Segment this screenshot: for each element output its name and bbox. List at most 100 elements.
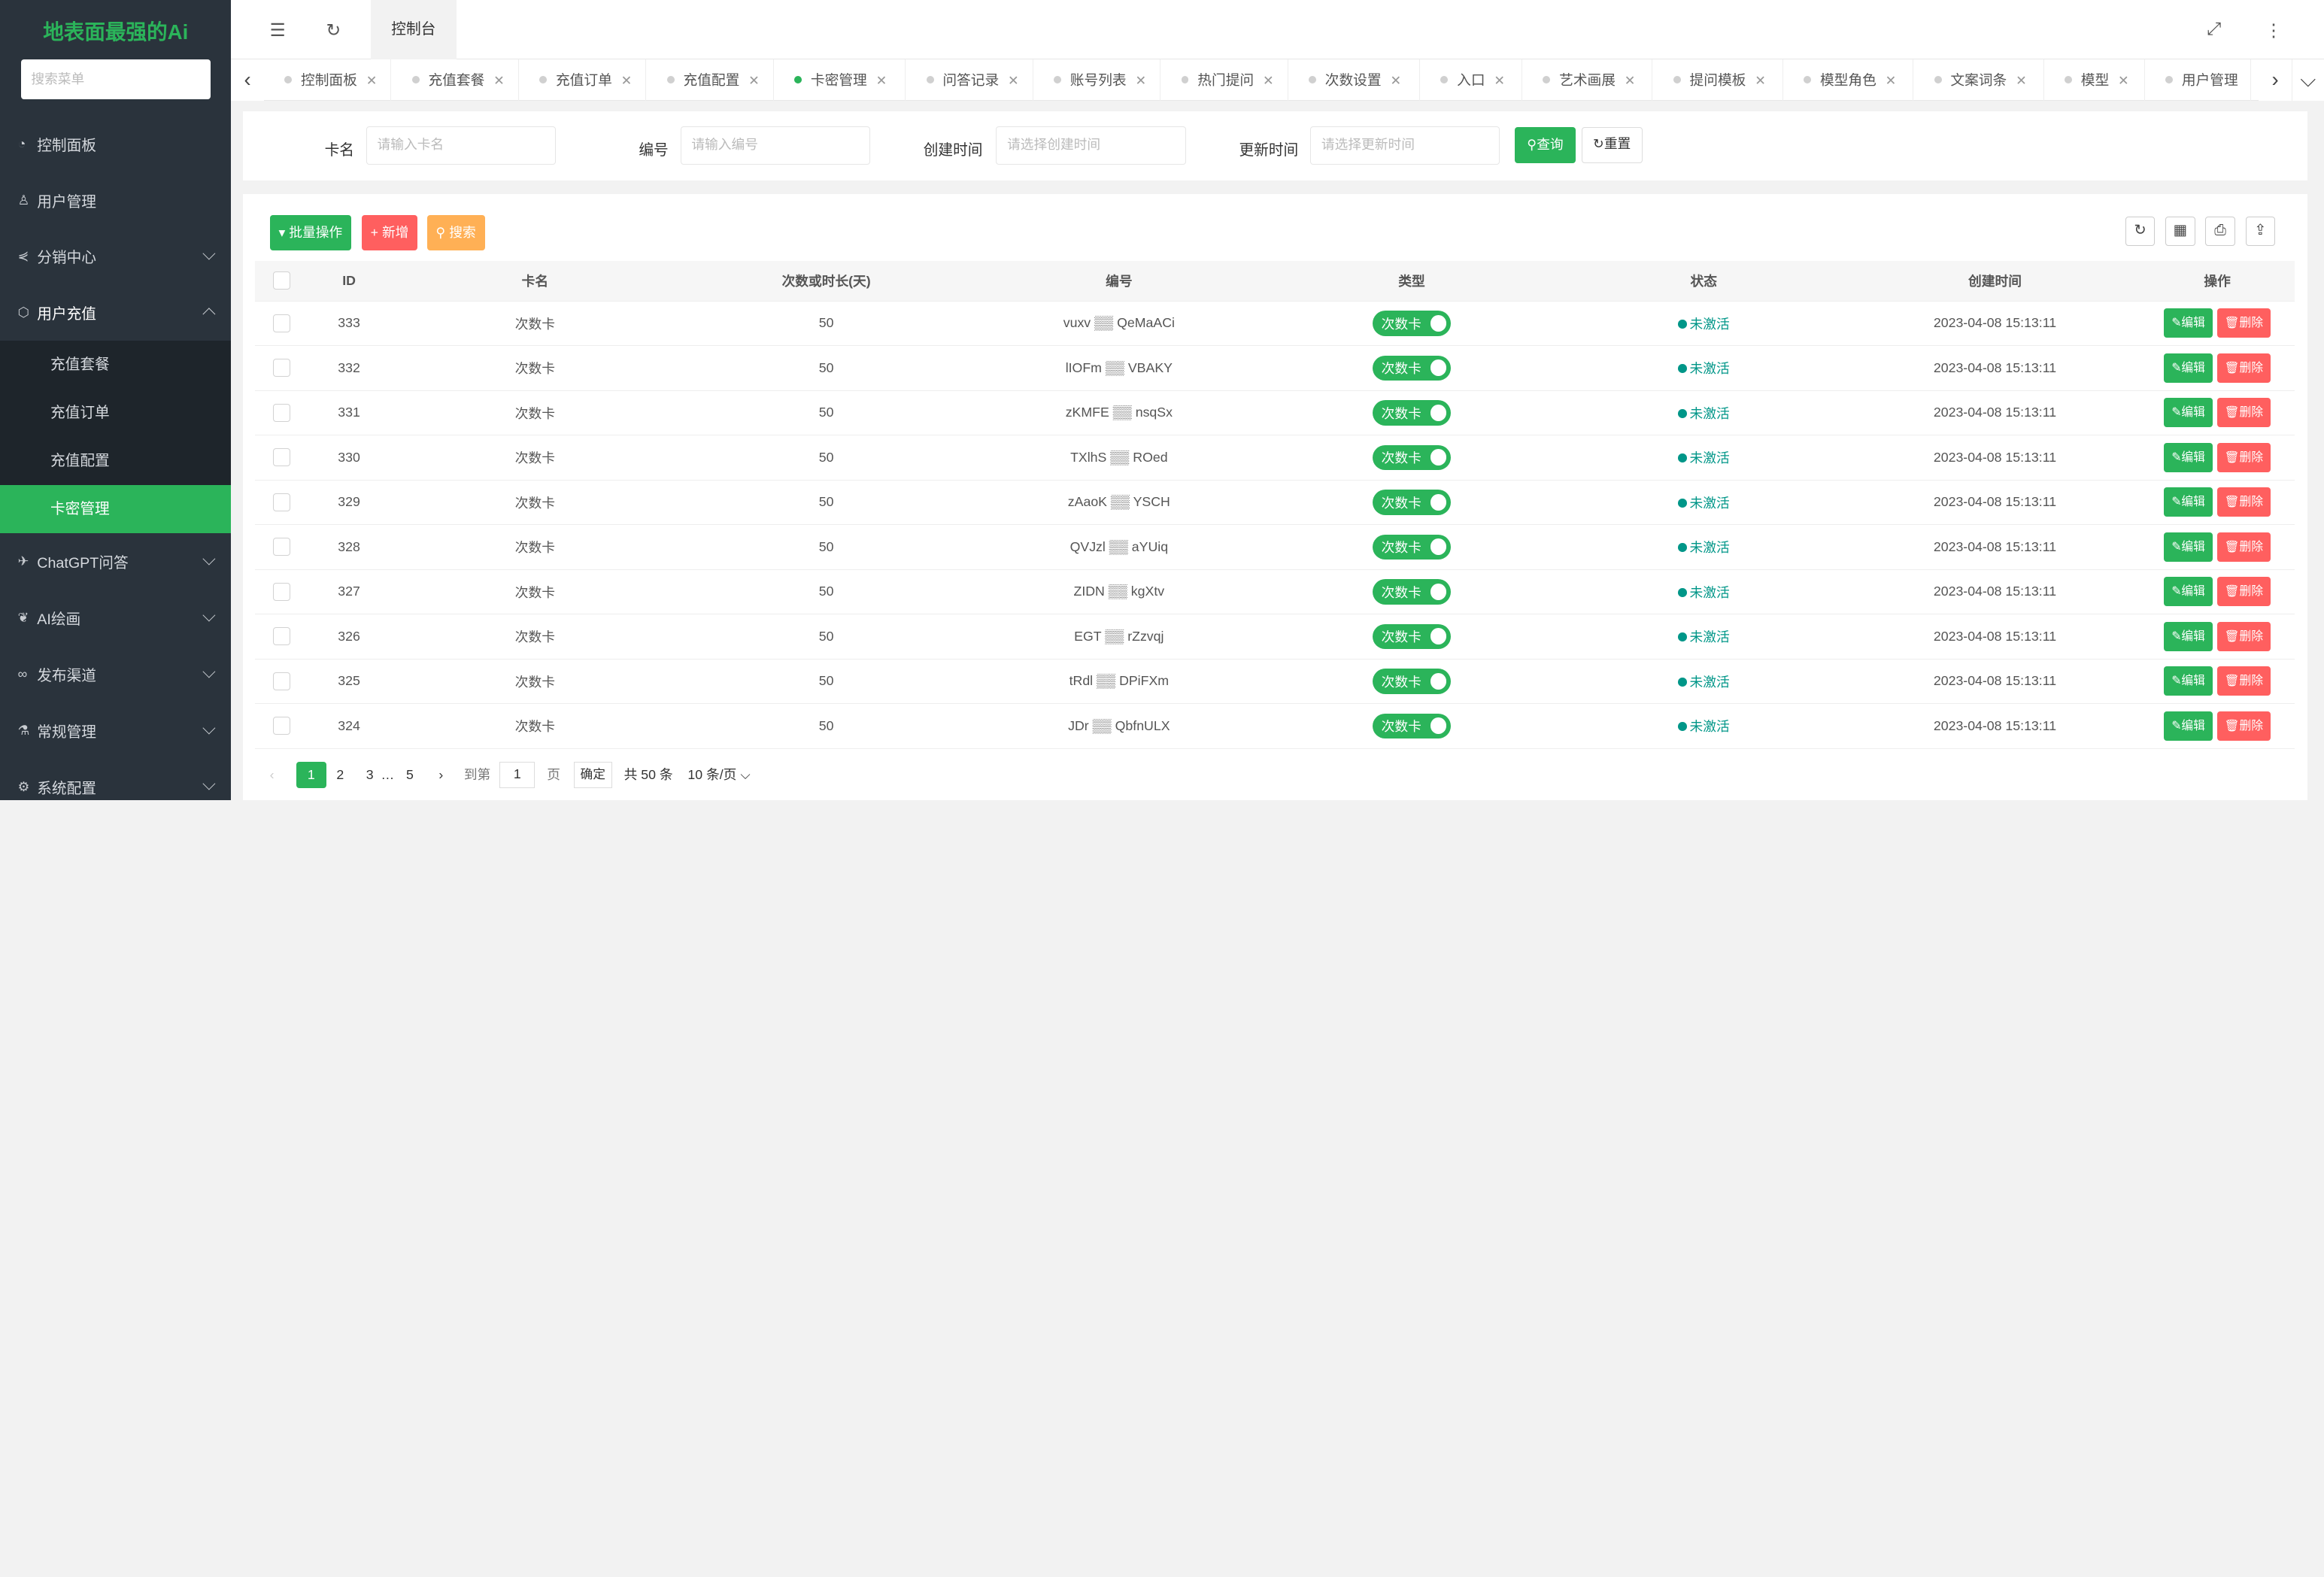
tab-item[interactable]: 卡密管理 ✕ bbox=[774, 59, 906, 101]
delete-button[interactable]: 🗑删除 bbox=[2216, 621, 2271, 651]
header-code[interactable]: 编号 bbox=[972, 260, 1266, 302]
type-switch[interactable]: 次数卡 bbox=[1372, 534, 1452, 560]
tab-item[interactable]: 模型角色 ✕ bbox=[1783, 59, 1914, 101]
close-icon[interactable]: ✕ bbox=[2016, 73, 2027, 88]
page-button[interactable]: 5 bbox=[406, 762, 414, 788]
delete-button[interactable]: 🗑删除 bbox=[2216, 711, 2271, 741]
page-button[interactable]: 2 bbox=[336, 762, 344, 788]
delete-button[interactable]: 🗑删除 bbox=[2216, 577, 2271, 607]
close-icon[interactable]: ✕ bbox=[621, 73, 633, 88]
delete-button[interactable]: 🗑删除 bbox=[2216, 442, 2271, 472]
batch-operation-button[interactable]: ▾ 批量操作 bbox=[269, 214, 351, 251]
close-icon[interactable]: ✕ bbox=[876, 73, 887, 88]
edit-button[interactable]: ✎编辑 bbox=[2164, 398, 2213, 428]
row-checkbox[interactable] bbox=[272, 538, 291, 556]
card-name-input[interactable]: 请输入卡名 bbox=[366, 126, 556, 165]
close-icon[interactable]: ✕ bbox=[493, 73, 505, 88]
select-all-checkbox[interactable] bbox=[272, 271, 291, 290]
edit-button[interactable]: ✎编辑 bbox=[2164, 487, 2213, 517]
row-checkbox[interactable] bbox=[272, 314, 291, 332]
delete-button[interactable]: 🗑删除 bbox=[2216, 398, 2271, 428]
tab-item[interactable]: 控制面板 ✕ bbox=[264, 59, 392, 101]
query-button[interactable]: ⚲查询 bbox=[1515, 127, 1576, 163]
row-checkbox[interactable] bbox=[272, 672, 291, 690]
type-switch[interactable]: 次数卡 bbox=[1372, 400, 1452, 426]
header-type[interactable]: 类型 bbox=[1265, 260, 1558, 302]
sidebar-subitem-config[interactable]: 充值配置 bbox=[0, 437, 231, 485]
goto-confirm-button[interactable]: 确定 bbox=[573, 761, 612, 789]
goto-page-input[interactable]: 1 bbox=[499, 761, 535, 789]
type-switch[interactable]: 次数卡 bbox=[1372, 355, 1452, 381]
sidebar-item-channels[interactable]: ∞ 发布渠道 bbox=[0, 646, 231, 702]
type-switch[interactable]: 次数卡 bbox=[1372, 311, 1452, 336]
more-icon[interactable]: ⋮ bbox=[2265, 20, 2283, 41]
sidebar-item-dashboard[interactable]: ◔ 控制面板 bbox=[0, 116, 231, 172]
sidebar-item-recharge[interactable]: ⬡ 用户充值 bbox=[0, 284, 231, 341]
refresh-icon[interactable]: ↻ bbox=[2125, 216, 2156, 247]
close-icon[interactable]: ✕ bbox=[1755, 73, 1766, 88]
page-button[interactable]: 3 bbox=[366, 762, 374, 788]
edit-button[interactable]: ✎编辑 bbox=[2164, 353, 2213, 383]
close-icon[interactable]: ✕ bbox=[1008, 73, 1019, 88]
tabs-next-icon[interactable]: › bbox=[2259, 59, 2292, 101]
page-next-icon[interactable]: › bbox=[438, 762, 443, 788]
collapse-menu-icon[interactable]: ☰ bbox=[270, 20, 286, 41]
close-icon[interactable]: ✕ bbox=[748, 73, 760, 88]
tabs-menu-icon[interactable]: ⌵ bbox=[2291, 59, 2324, 101]
row-checkbox[interactable] bbox=[272, 403, 291, 422]
edit-button[interactable]: ✎编辑 bbox=[2164, 711, 2213, 741]
sidebar-subitem-packages[interactable]: 充值套餐 bbox=[0, 341, 231, 389]
tab-item[interactable]: 文案词条 ✕ bbox=[1913, 59, 2044, 101]
delete-button[interactable]: 🗑删除 bbox=[2216, 487, 2271, 517]
edit-button[interactable]: ✎编辑 bbox=[2164, 621, 2213, 651]
tabs-prev-icon[interactable]: ‹ bbox=[231, 59, 264, 101]
type-switch[interactable]: 次数卡 bbox=[1372, 669, 1452, 694]
page-size-select[interactable]: 10 条/页 ⌵ bbox=[687, 762, 750, 788]
updated-time-input[interactable]: 请选择更新时间 bbox=[1310, 126, 1500, 165]
header-count[interactable]: 次数或时长(天) bbox=[680, 260, 972, 302]
tab-item[interactable]: 充值配置 ✕ bbox=[646, 59, 774, 101]
sidebar-item-users[interactable]: ♙ 用户管理 bbox=[0, 172, 231, 229]
header-id[interactable]: ID bbox=[308, 260, 390, 302]
close-icon[interactable]: ✕ bbox=[2118, 73, 2129, 88]
sidebar-subitem-orders[interactable]: 充值订单 bbox=[0, 389, 231, 437]
type-switch[interactable]: 次数卡 bbox=[1372, 490, 1452, 515]
type-switch[interactable]: 次数卡 bbox=[1372, 713, 1452, 739]
edit-button[interactable]: ✎编辑 bbox=[2164, 442, 2213, 472]
type-switch[interactable]: 次数卡 bbox=[1372, 444, 1452, 471]
tab-item[interactable]: 账号列表 ✕ bbox=[1033, 59, 1161, 101]
tab-item[interactable]: 艺术画展 ✕ bbox=[1522, 59, 1653, 101]
sidebar-item-ai-drawing[interactable]: ❦ AI绘画 bbox=[0, 590, 231, 646]
search-toggle-button[interactable]: ⚲ 搜索 bbox=[426, 214, 485, 251]
sidebar-subitem-cards[interactable]: 卡密管理 bbox=[0, 485, 232, 534]
page-prev-icon[interactable]: ‹ bbox=[270, 762, 275, 788]
close-icon[interactable]: ✕ bbox=[1625, 73, 1636, 88]
edit-button[interactable]: ✎编辑 bbox=[2164, 532, 2213, 562]
menu-search-input[interactable]: 搜索菜单 bbox=[20, 59, 211, 100]
tab-item[interactable]: 提问模板 ✕ bbox=[1652, 59, 1783, 101]
row-checkbox[interactable] bbox=[272, 359, 291, 378]
created-time-input[interactable]: 请选择创建时间 bbox=[996, 126, 1186, 165]
code-input[interactable]: 请输入编号 bbox=[680, 126, 870, 165]
refresh-icon[interactable]: ↻ bbox=[326, 20, 341, 41]
header-created[interactable]: 创建时间 bbox=[1849, 260, 2140, 302]
edit-button[interactable]: ✎编辑 bbox=[2164, 666, 2213, 696]
row-checkbox[interactable] bbox=[272, 448, 291, 467]
row-checkbox[interactable] bbox=[272, 493, 291, 511]
delete-button[interactable]: 🗑删除 bbox=[2216, 532, 2271, 562]
type-switch[interactable]: 次数卡 bbox=[1372, 579, 1452, 605]
close-icon[interactable]: ✕ bbox=[1263, 73, 1274, 88]
delete-button[interactable]: 🗑删除 bbox=[2216, 666, 2271, 696]
type-switch[interactable]: 次数卡 bbox=[1372, 623, 1452, 650]
page-button-current[interactable]: 1 bbox=[296, 761, 326, 789]
tab-item[interactable]: 次数设置 ✕ bbox=[1288, 59, 1420, 101]
tab-item[interactable]: 热门提问 ✕ bbox=[1160, 59, 1288, 101]
print-icon[interactable]: ⎙ bbox=[2205, 216, 2235, 247]
edit-button[interactable]: ✎编辑 bbox=[2164, 577, 2213, 607]
sidebar-item-distribution[interactable]: ⋞ 分销中心 bbox=[0, 228, 231, 284]
tab-item[interactable]: 充值套餐 ✕ bbox=[391, 59, 519, 101]
export-icon[interactable]: ⇪ bbox=[2245, 216, 2276, 247]
sidebar-item-system[interactable]: ⚙ 系统配置 bbox=[0, 759, 231, 800]
columns-icon[interactable]: ▦ bbox=[2165, 216, 2195, 247]
reset-button[interactable]: ↻重置 bbox=[1581, 127, 1643, 163]
